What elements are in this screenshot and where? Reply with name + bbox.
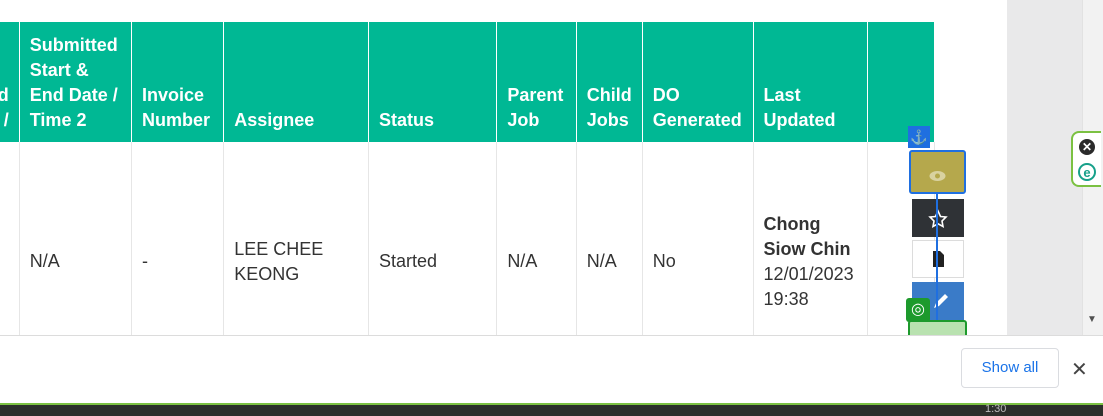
view-button[interactable] bbox=[909, 150, 966, 194]
cell-last-updated: Chong Siow Chin 12/01/2023 19:38 bbox=[753, 142, 868, 335]
column-header-parent-job[interactable]: Parent Job bbox=[496, 22, 577, 142]
show-all-button[interactable]: Show all bbox=[961, 348, 1059, 388]
column-header-partial[interactable]: ed e / bbox=[0, 22, 20, 142]
cell-submitted: N/A bbox=[19, 142, 133, 335]
cell-child-jobs: N/A bbox=[576, 142, 643, 335]
download-bar bbox=[0, 335, 1103, 404]
page-content: ed e / Submitted Start & End Date / Time… bbox=[0, 0, 1007, 335]
last-updated-by: Chong Siow Chin bbox=[763, 213, 851, 259]
connector-line bbox=[936, 194, 938, 324]
star-icon bbox=[928, 209, 948, 228]
table-header-row: ed e / Submitted Start & End Date / Time… bbox=[0, 22, 936, 142]
column-header-invoice[interactable]: Invoice Number bbox=[131, 22, 225, 142]
cell-invoice: - bbox=[131, 142, 225, 335]
cell-partial bbox=[0, 142, 20, 335]
column-header-actions bbox=[867, 22, 936, 142]
cell-status: Started bbox=[368, 142, 498, 335]
cell-assignee: LEE CHEE KEONG bbox=[223, 142, 369, 335]
document-button[interactable] bbox=[912, 240, 964, 278]
document-icon bbox=[933, 251, 944, 267]
column-header-do-generated[interactable]: DO Generated bbox=[642, 22, 754, 142]
column-header-last-updated[interactable]: Last Updated bbox=[753, 22, 868, 142]
column-header-status[interactable]: Status bbox=[368, 22, 498, 142]
column-header-submitted[interactable]: Submitted Start & End Date / Time 2 bbox=[19, 22, 133, 142]
taskbar-clock: 1:30 bbox=[985, 403, 1007, 415]
favorite-button[interactable] bbox=[912, 199, 964, 237]
scroll-down-arrow-icon[interactable]: ▼ bbox=[1087, 314, 1097, 325]
extension-panel: ✕ e bbox=[1071, 131, 1101, 187]
taskbar bbox=[0, 403, 1103, 416]
extension-close-icon[interactable]: ✕ bbox=[1079, 139, 1095, 155]
column-header-assignee[interactable]: Assignee bbox=[223, 22, 369, 142]
last-updated-at: 12/01/2023 19:38 bbox=[763, 263, 854, 309]
target-icon[interactable]: ◎ bbox=[906, 298, 930, 322]
close-download-bar-icon[interactable]: ✕ bbox=[1071, 357, 1088, 382]
anchor-icon[interactable]: ⚓ bbox=[908, 126, 930, 148]
jobs-table: ed e / Submitted Start & End Date / Time… bbox=[0, 22, 936, 335]
table-row: N/A - LEE CHEE KEONG Started N/A N/A No … bbox=[0, 142, 936, 335]
cell-parent-job: N/A bbox=[496, 142, 577, 335]
eye-icon bbox=[929, 171, 946, 181]
column-header-child-jobs[interactable]: Child Jobs bbox=[576, 22, 643, 142]
cell-do-generated: No bbox=[642, 142, 754, 335]
extension-logo-icon[interactable]: e bbox=[1078, 163, 1096, 181]
